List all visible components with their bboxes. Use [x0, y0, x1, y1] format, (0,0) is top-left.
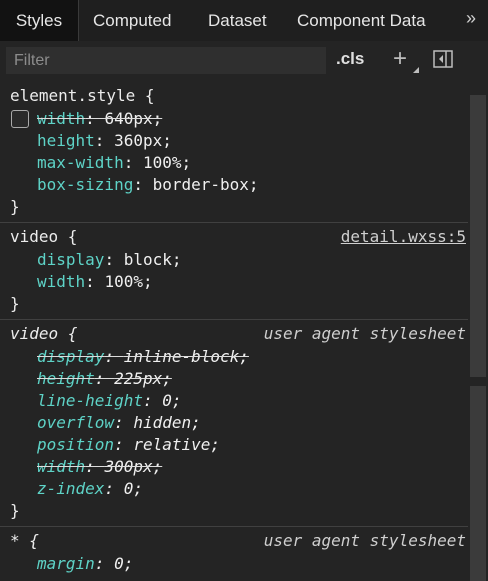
property-value[interactable]: 0;	[114, 554, 133, 573]
declaration[interactable]: line-height: 0;	[0, 390, 468, 412]
rule-selector-line: video { user agent stylesheet	[0, 322, 468, 346]
declaration[interactable]: box-sizing: border-box;	[0, 174, 468, 196]
declaration[interactable]: display: inline-block;	[0, 346, 468, 368]
property-name[interactable]: width	[37, 109, 85, 128]
property-name[interactable]: width	[37, 457, 85, 476]
property-name[interactable]: height	[37, 131, 95, 150]
property-value[interactable]: 100%;	[104, 272, 152, 291]
declaration[interactable]: height: 360px;	[0, 130, 468, 152]
tab-computed[interactable]: Computed	[93, 0, 171, 41]
property-value[interactable]: 0;	[162, 391, 181, 410]
property-value[interactable]: 100%;	[143, 153, 191, 172]
declaration[interactable]: width: 640px;	[0, 108, 468, 130]
rule-selector[interactable]: * {	[10, 531, 39, 550]
rule-video-user-agent: video { user agent stylesheet display: i…	[0, 320, 468, 527]
rule-closing-brace: }	[10, 294, 20, 313]
tab-component-data[interactable]: Component Data	[297, 0, 426, 41]
rule-universal-user-agent: * { user agent stylesheet margin: 0;	[0, 527, 468, 579]
property-value[interactable]: 300px;	[104, 457, 162, 476]
property-name[interactable]: max-width	[37, 153, 124, 172]
declaration[interactable]: position: relative;	[0, 434, 468, 456]
property-name[interactable]: line-height	[37, 391, 143, 410]
scrollbar-track-segment[interactable]	[470, 386, 486, 581]
declaration[interactable]: display: block;	[0, 249, 468, 271]
declaration[interactable]: z-index: 0;	[0, 478, 468, 500]
property-value[interactable]: 640px;	[104, 109, 162, 128]
property-value[interactable]: inline-block;	[124, 347, 249, 366]
property-value[interactable]: 0;	[124, 479, 143, 498]
rule-selector[interactable]: element.style {	[0, 84, 468, 108]
filter-toolbar: .cls +	[0, 41, 488, 82]
declaration[interactable]: margin: 0;	[0, 553, 468, 575]
tab-styles[interactable]: Styles	[0, 0, 79, 41]
property-name[interactable]: display	[37, 250, 104, 269]
property-name[interactable]: width	[37, 272, 85, 291]
property-name[interactable]: height	[37, 369, 95, 388]
declaration[interactable]: width: 100%;	[0, 271, 468, 293]
more-tabs-icon[interactable]: »	[466, 8, 476, 29]
declaration[interactable]: height: 225px;	[0, 368, 468, 390]
rule-element-style: element.style { width: 640px; height: 36…	[0, 82, 468, 223]
panel-tabs: Styles Computed Dataset Component Data »	[0, 0, 488, 42]
property-value[interactable]: relative;	[133, 435, 220, 454]
property-name[interactable]: display	[37, 347, 104, 366]
rule-selector-line: video { detail.wxss:5	[0, 225, 468, 249]
declaration[interactable]: max-width: 100%;	[0, 152, 468, 174]
property-name[interactable]: z-index	[37, 479, 104, 498]
scrollbar-thumb[interactable]	[470, 95, 486, 377]
tab-dataset[interactable]: Dataset	[208, 0, 267, 41]
property-name[interactable]: overflow	[37, 413, 114, 432]
property-value[interactable]: hidden;	[133, 413, 200, 432]
rule-source-link[interactable]: detail.wxss:5	[341, 225, 466, 249]
rule-source-label: user agent stylesheet	[263, 324, 466, 343]
property-name[interactable]: margin	[37, 554, 95, 573]
property-name[interactable]: box-sizing	[37, 175, 133, 194]
add-rule-icon[interactable]: +	[393, 45, 407, 73]
property-name[interactable]: position	[37, 435, 114, 454]
declaration[interactable]: overflow: hidden;	[0, 412, 468, 434]
rule-closing-brace: }	[10, 501, 20, 520]
rule-closing-brace: }	[10, 197, 20, 216]
property-value[interactable]: block;	[124, 250, 182, 269]
property-value[interactable]: 360px;	[114, 131, 172, 150]
toggle-sidebar-icon[interactable]	[433, 50, 453, 68]
rule-selector-line: * { user agent stylesheet	[0, 529, 468, 553]
filter-input[interactable]	[6, 47, 326, 74]
property-value[interactable]: 225px;	[114, 369, 172, 388]
rule-source-label: user agent stylesheet	[263, 531, 466, 550]
property-value[interactable]: border-box;	[153, 175, 259, 194]
rule-selector[interactable]: video {	[10, 227, 77, 246]
add-rule-menu-icon[interactable]	[413, 67, 419, 73]
style-rules-pane: element.style { width: 640px; height: 36…	[0, 82, 468, 579]
declaration[interactable]: width: 300px;	[0, 456, 468, 478]
declaration-toggle-checkbox[interactable]	[11, 110, 29, 128]
rule-video-detail: video { detail.wxss:5 display: block; wi…	[0, 223, 468, 320]
vertical-scrollbar[interactable]	[468, 82, 488, 581]
cls-button[interactable]: .cls	[336, 49, 364, 69]
rule-selector[interactable]: video {	[10, 324, 77, 343]
